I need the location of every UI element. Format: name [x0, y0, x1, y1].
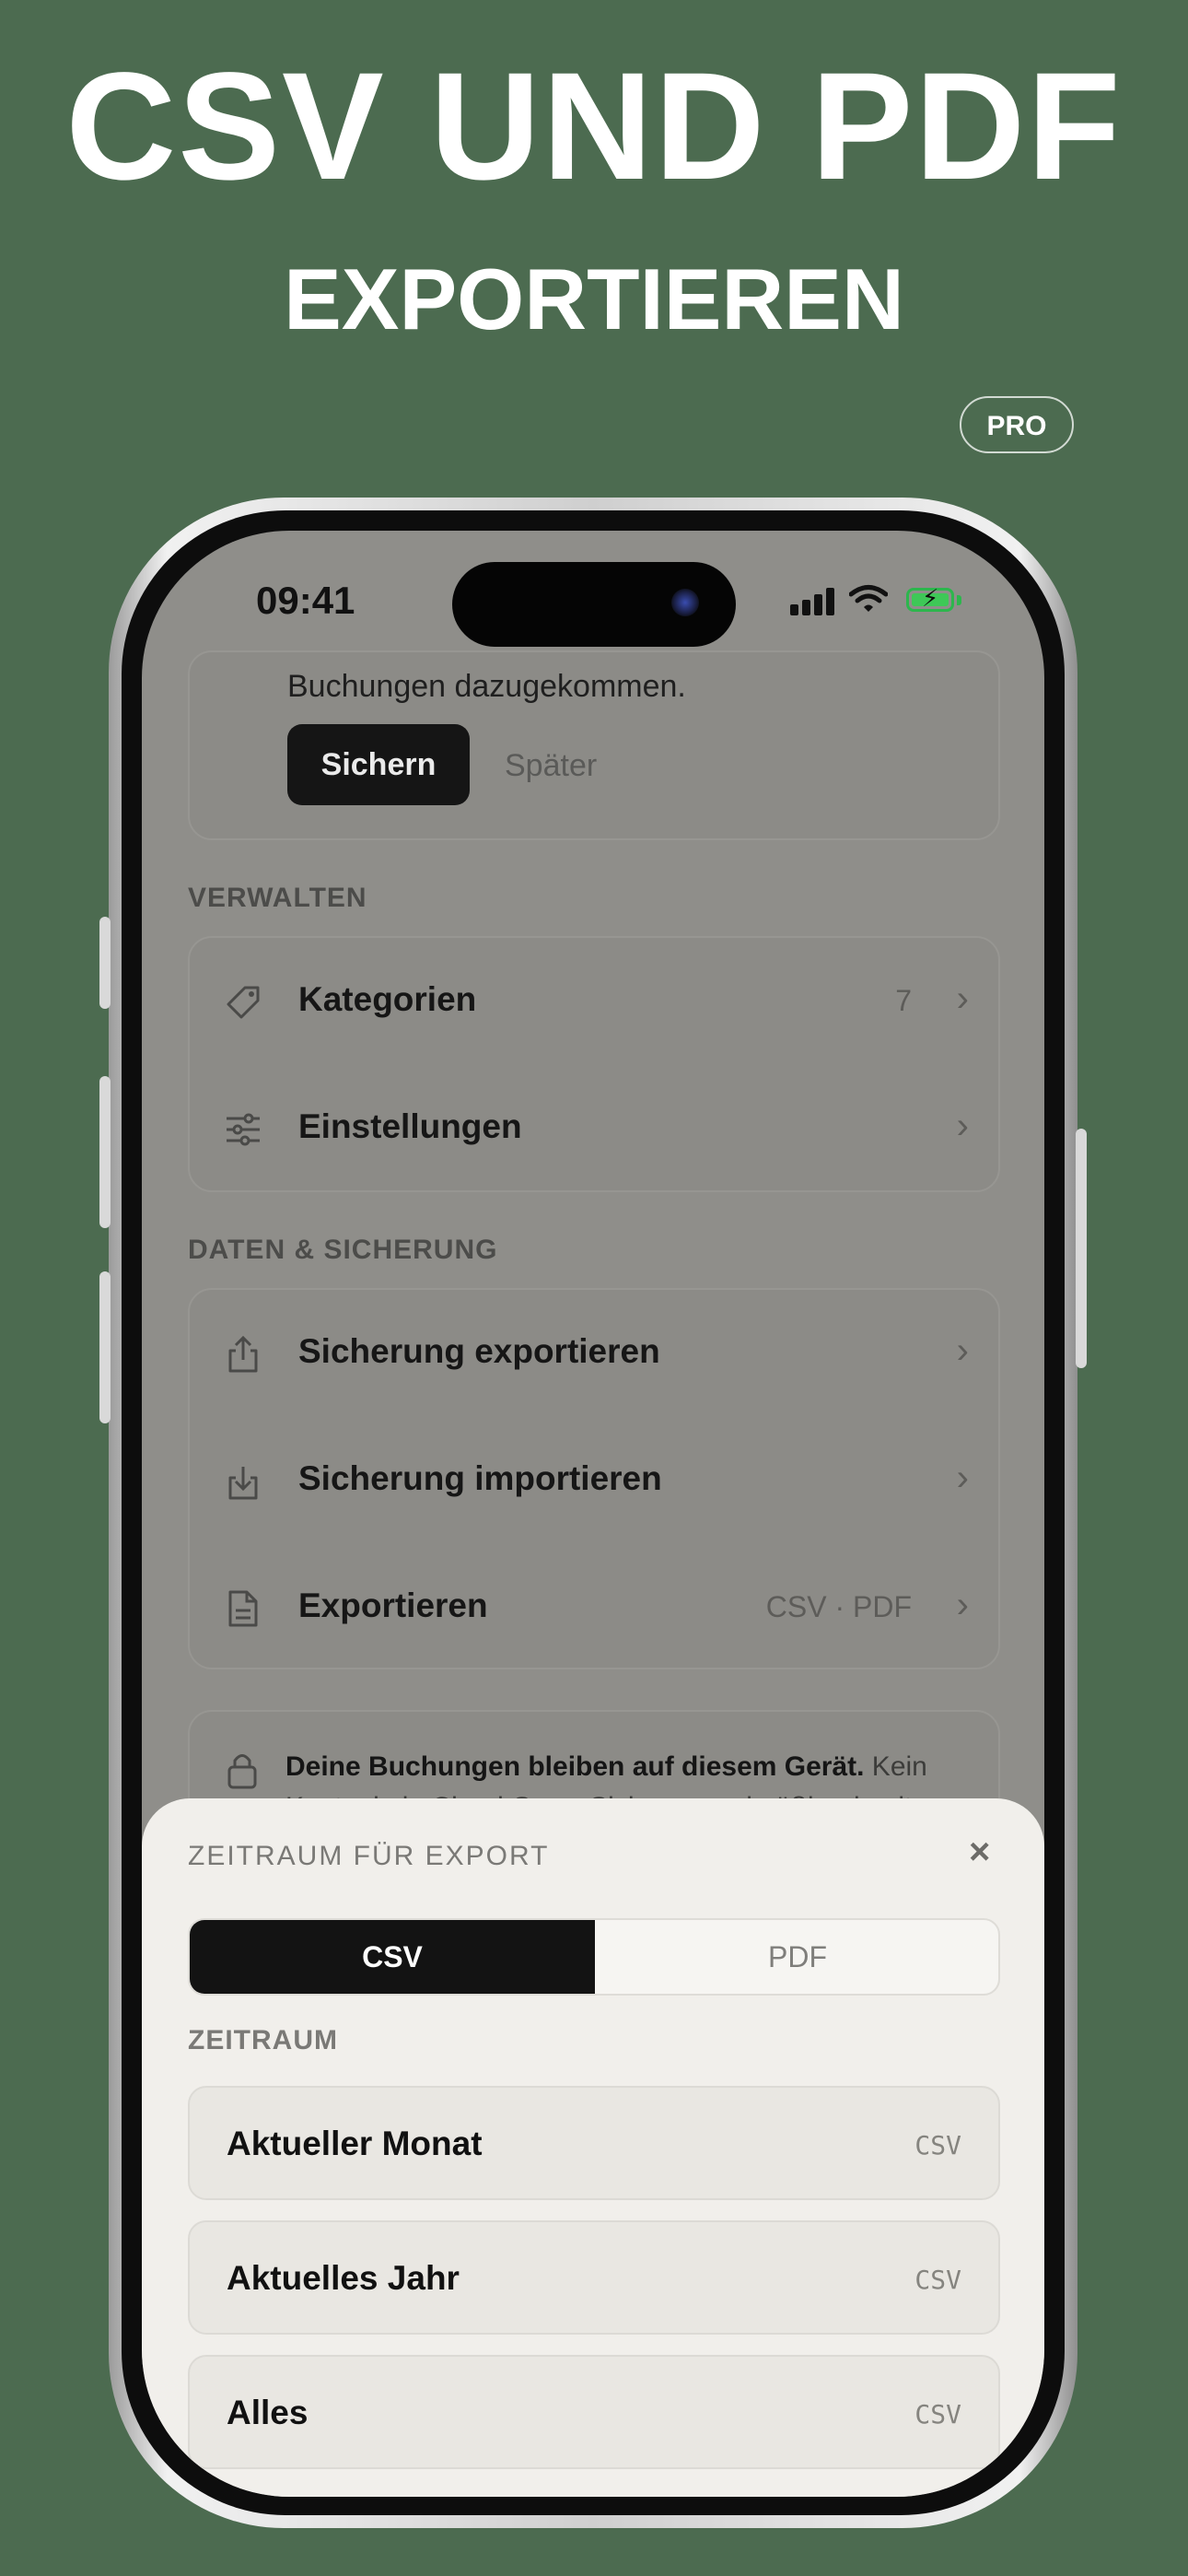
option-all[interactable]: Alles CSV	[188, 2355, 1000, 2469]
sliders-icon	[227, 1113, 260, 1146]
backup-now-button[interactable]: Sichern	[287, 724, 470, 805]
row-categories-count: 7	[895, 984, 912, 1017]
period-section-header: ZEITRAUM	[188, 2025, 338, 2055]
backup-text: Buchungen dazugekommen.	[287, 669, 686, 704]
export-sheet-title: ZEITRAUM FÜR EXPORT	[188, 1841, 550, 1871]
option-label: Aktueller Monat	[227, 2125, 483, 2162]
option-label: Aktuelles Jahr	[227, 2259, 460, 2297]
backup-reminder-card: Buchungen dazugekommen. Sichern Später	[188, 650, 1000, 840]
row-export-backup-label: Sicherung exportieren	[298, 1332, 660, 1370]
pro-badge: PRO	[960, 396, 1074, 453]
wifi-icon	[849, 585, 888, 612]
hero-subtitle: EXPORTIEREN	[284, 251, 904, 347]
section-header-data: DATEN & SICHERUNG	[188, 1235, 498, 1265]
row-settings-label: Einstellungen	[298, 1107, 522, 1145]
option-current-year[interactable]: Aktuelles Jahr CSV	[188, 2220, 1000, 2335]
privacy-text-bold: Deine Buchungen bleiben auf diesem Gerät…	[285, 1751, 865, 1782]
format-segmented-control: CSV PDF	[188, 1918, 1000, 1996]
manage-card: Kategorien 7 › Einstellungen ›	[188, 936, 1000, 1192]
row-categories[interactable]: Kategorien 7 ›	[190, 938, 1002, 1065]
export-sheet: ZEITRAUM FÜR EXPORT × CSV PDF ZEITRAUM A…	[142, 1798, 1044, 2497]
phone-power-button	[1076, 1129, 1087, 1368]
option-label: Alles	[227, 2394, 309, 2431]
status-time: 09:41	[256, 579, 355, 622]
option-format-tag: CSV	[914, 2399, 961, 2430]
option-format-tag: CSV	[914, 2130, 961, 2160]
chevron-right-icon: ›	[956, 1330, 969, 1371]
signal-icon	[790, 588, 834, 615]
row-settings[interactable]: Einstellungen ›	[190, 1065, 1002, 1192]
lock-icon	[227, 1754, 257, 1789]
close-icon[interactable]: ×	[969, 1832, 990, 1873]
bolt-icon: ⚡	[922, 584, 939, 612]
segment-csv[interactable]: CSV	[190, 1920, 595, 1994]
chevron-right-icon: ›	[956, 978, 969, 1019]
tag-icon	[227, 986, 260, 1019]
chevron-right-icon: ›	[956, 1106, 969, 1146]
backup-later-button[interactable]: Später	[505, 748, 597, 784]
phone-volume-down-button	[99, 1271, 111, 1423]
phone-screen: 09:41 ⚡ Buchungen dazugekommen. Sichern …	[142, 531, 1044, 2497]
document-icon	[228, 1590, 258, 1627]
section-header-manage: VERWALTEN	[188, 883, 367, 913]
segment-pdf[interactable]: PDF	[595, 1920, 998, 1994]
share-icon	[228, 1336, 258, 1373]
option-current-month[interactable]: Aktueller Monat CSV	[188, 2086, 1000, 2200]
battery-tip	[957, 595, 961, 605]
row-categories-label: Kategorien	[298, 980, 477, 1018]
row-export-label: Exportieren	[298, 1587, 488, 1624]
row-export-formats: CSV · PDF	[765, 1590, 912, 1623]
phone-action-button	[99, 917, 111, 1009]
camera-icon	[671, 589, 699, 616]
status-bar: 09:41 ⚡	[142, 531, 1044, 669]
chevron-right-icon: ›	[956, 1585, 969, 1625]
row-import-backup[interactable]: Sicherung importieren ›	[190, 1417, 1002, 1544]
option-format-tag: CSV	[914, 2265, 961, 2295]
chevron-right-icon: ›	[956, 1458, 969, 1498]
row-export[interactable]: Exportieren CSV · PDF ›	[190, 1544, 1002, 1671]
hero-title: CSV UND PDF	[65, 41, 1123, 212]
row-import-backup-label: Sicherung importieren	[298, 1459, 662, 1497]
phone-volume-up-button	[99, 1076, 111, 1228]
row-export-backup[interactable]: Sicherung exportieren ›	[190, 1290, 1002, 1417]
data-card: Sicherung exportieren › Sicherung import…	[188, 1288, 1000, 1669]
import-icon	[228, 1467, 258, 1500]
